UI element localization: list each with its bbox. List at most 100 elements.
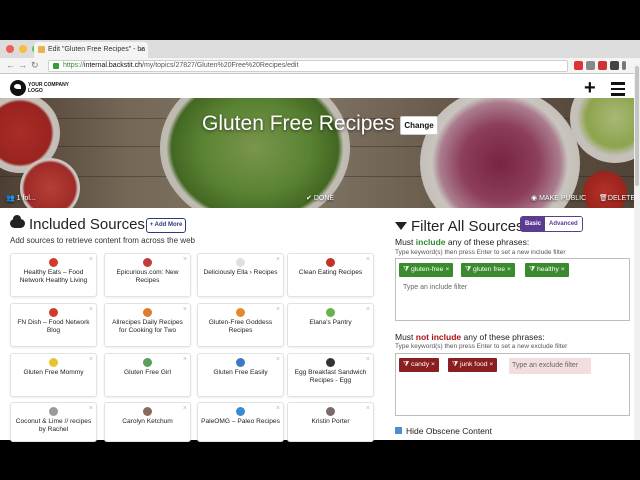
change-image-button[interactable]: Change [400,116,438,135]
exclude-input[interactable]: Type an exclude filter [509,358,591,374]
remove-source-icon[interactable]: × [276,256,280,264]
page-scrollbar[interactable] [634,64,640,440]
forward-icon[interactable]: → [18,60,27,70]
remove-source-icon[interactable]: × [366,405,370,413]
source-card-label: Allrecipes Daily Recipes for Cooking for… [112,319,183,334]
include-hint: Type keyword(s) then press Enter to set … [395,249,566,256]
source-card-label: Coconut & Lime // recipes by Rachel [15,418,92,433]
close-window-icon[interactable] [6,45,14,53]
source-card-label: Deliciously Ella › Recipes [203,269,278,276]
exclude-filter-box[interactable]: ⧩ candy × ⧩ junk food × Type an exclude … [395,353,630,416]
source-card[interactable]: × Carolyn Ketchum [104,402,191,442]
source-card-label: Epicurious.com: New Recipes [116,269,179,284]
source-favicon-icon [326,358,335,367]
done-button[interactable]: ✔ DONE [306,194,334,202]
source-favicon-icon [49,308,58,317]
source-favicon-icon [143,407,152,416]
remove-source-icon[interactable]: × [276,405,280,413]
remove-source-icon[interactable]: × [183,356,187,364]
include-chip[interactable]: ⧩ gluten free × [461,263,515,277]
url-input[interactable]: https://internal.backstit.ch/my/topics/2… [48,60,568,72]
source-card[interactable]: × Deliciously Ella › Recipes [197,253,284,297]
extension-icon[interactable] [610,61,619,70]
source-card[interactable]: × Egg Breakfast Sandwich Recipes - Egg [287,353,374,397]
url-host: internal.backstit.ch [84,62,142,69]
exclude-suffix: any of these phrases: [461,332,545,342]
exclude-chip[interactable]: ⧩ junk food × [448,358,498,372]
source-card[interactable]: × Epicurious.com: New Recipes [104,253,191,297]
source-card[interactable]: × Healthy Eats – Food Network Healthy Liv… [10,253,97,297]
source-card[interactable]: × Coconut & Lime // recipes by Rachel [10,402,97,442]
back-icon[interactable]: ← [6,60,15,70]
exclude-prefix: Must [395,332,416,342]
remove-source-icon[interactable]: × [89,405,93,413]
trash-icon: 🗑 [599,195,608,202]
source-favicon-icon [326,308,335,317]
remove-source-icon[interactable]: × [276,306,280,314]
remove-source-icon[interactable]: × [89,256,93,264]
include-input[interactable]: Type an include filter [403,284,467,291]
url-scheme: https:// [63,62,85,69]
include-filter-box[interactable]: ⧩ gluten-free × ⧩ gluten free × ⧩ health… [395,258,630,321]
basic-mode-button[interactable]: Basic [521,217,546,231]
make-public-label: MAKE PUBLIC [539,195,587,202]
source-card-label: Gluten Free Mommy [23,369,84,376]
remove-source-icon[interactable]: × [276,356,280,364]
close-tab-icon[interactable]: × [139,45,144,54]
source-card[interactable]: × Clean Eating Recipes [287,253,374,297]
advanced-mode-button[interactable]: Advanced [545,217,582,231]
remove-source-icon[interactable]: × [183,256,187,264]
remove-source-icon[interactable]: × [183,306,187,314]
delete-button[interactable]: 🗑DELETE [599,194,635,202]
checkbox-icon [395,427,402,434]
follower-count[interactable]: 👥 1 fol... [6,194,36,202]
source-card-label: Carolyn Ketchum [122,418,173,425]
logo-text: YOUR COMPANY LOGO [28,82,69,94]
source-card-label: FN Dish – Food Network Blog [17,319,90,334]
tab-title: Edit "Gluten Free Recipes" - ba [48,46,146,53]
hamburger-menu-icon[interactable] [611,82,625,99]
source-card-label: Gluten Free Easily [213,369,268,376]
make-public-button[interactable]: ◉ MAKE PUBLIC [531,194,586,202]
extension-icon[interactable] [598,61,607,70]
source-card[interactable]: × Gluten Free Mommy [10,353,97,397]
source-card[interactable]: × Gluten-Free Goddess Recipes [197,303,284,347]
source-card[interactable]: × PaleOMG – Paleo Recipes [197,402,284,442]
source-card[interactable]: × FN Dish – Food Network Blog [10,303,97,347]
remove-source-icon[interactable]: × [366,306,370,314]
extension-icon[interactable] [574,61,583,70]
add-icon[interactable]: + [584,78,596,98]
hide-obscene-toggle[interactable]: Hide Obscene Content [395,426,492,436]
source-card[interactable]: × Gluten Free Girl [104,353,191,397]
browser-tab[interactable]: Edit "Gluten Free Recipes" - ba × [34,42,148,58]
menu-icon[interactable] [622,61,626,70]
source-card[interactable]: × Allrecipes Daily Recipes for Cooking fo… [104,303,191,347]
source-favicon-icon [49,358,58,367]
remove-source-icon[interactable]: × [89,306,93,314]
remove-source-icon[interactable]: × [366,356,370,364]
include-chip[interactable]: ⧩ healthy × [525,263,569,277]
reload-icon[interactable]: ↻ [31,60,39,71]
lock-icon [53,63,59,69]
remove-source-icon[interactable]: × [183,405,187,413]
done-label: DONE [313,195,335,202]
source-card[interactable]: × Gluten Free Easily [197,353,284,397]
include-chip[interactable]: ⧩ gluten-free × [399,263,454,277]
source-card[interactable]: × Kristin Porter [287,402,374,442]
include-label: Must include any of these phrases: [395,237,529,247]
remove-source-icon[interactable]: × [89,356,93,364]
exclude-chip[interactable]: ⧩ candy × [399,358,439,372]
source-favicon-icon [236,258,245,267]
source-favicon-icon [49,258,58,267]
minimize-window-icon[interactable] [19,45,27,53]
remove-source-icon[interactable]: × [366,256,370,264]
scrollbar-thumb[interactable] [635,66,639,186]
include-chip-label: gluten-free [410,266,444,273]
source-card[interactable]: × Elana's Pantry [287,303,374,347]
source-favicon-icon [143,308,152,317]
source-favicon-icon [326,258,335,267]
add-more-button[interactable]: + Add More [146,218,186,233]
filter-mode-toggle: Basic Advanced [520,216,583,232]
extension-icon[interactable] [586,61,595,70]
source-card-label: Kristin Porter [311,418,350,425]
